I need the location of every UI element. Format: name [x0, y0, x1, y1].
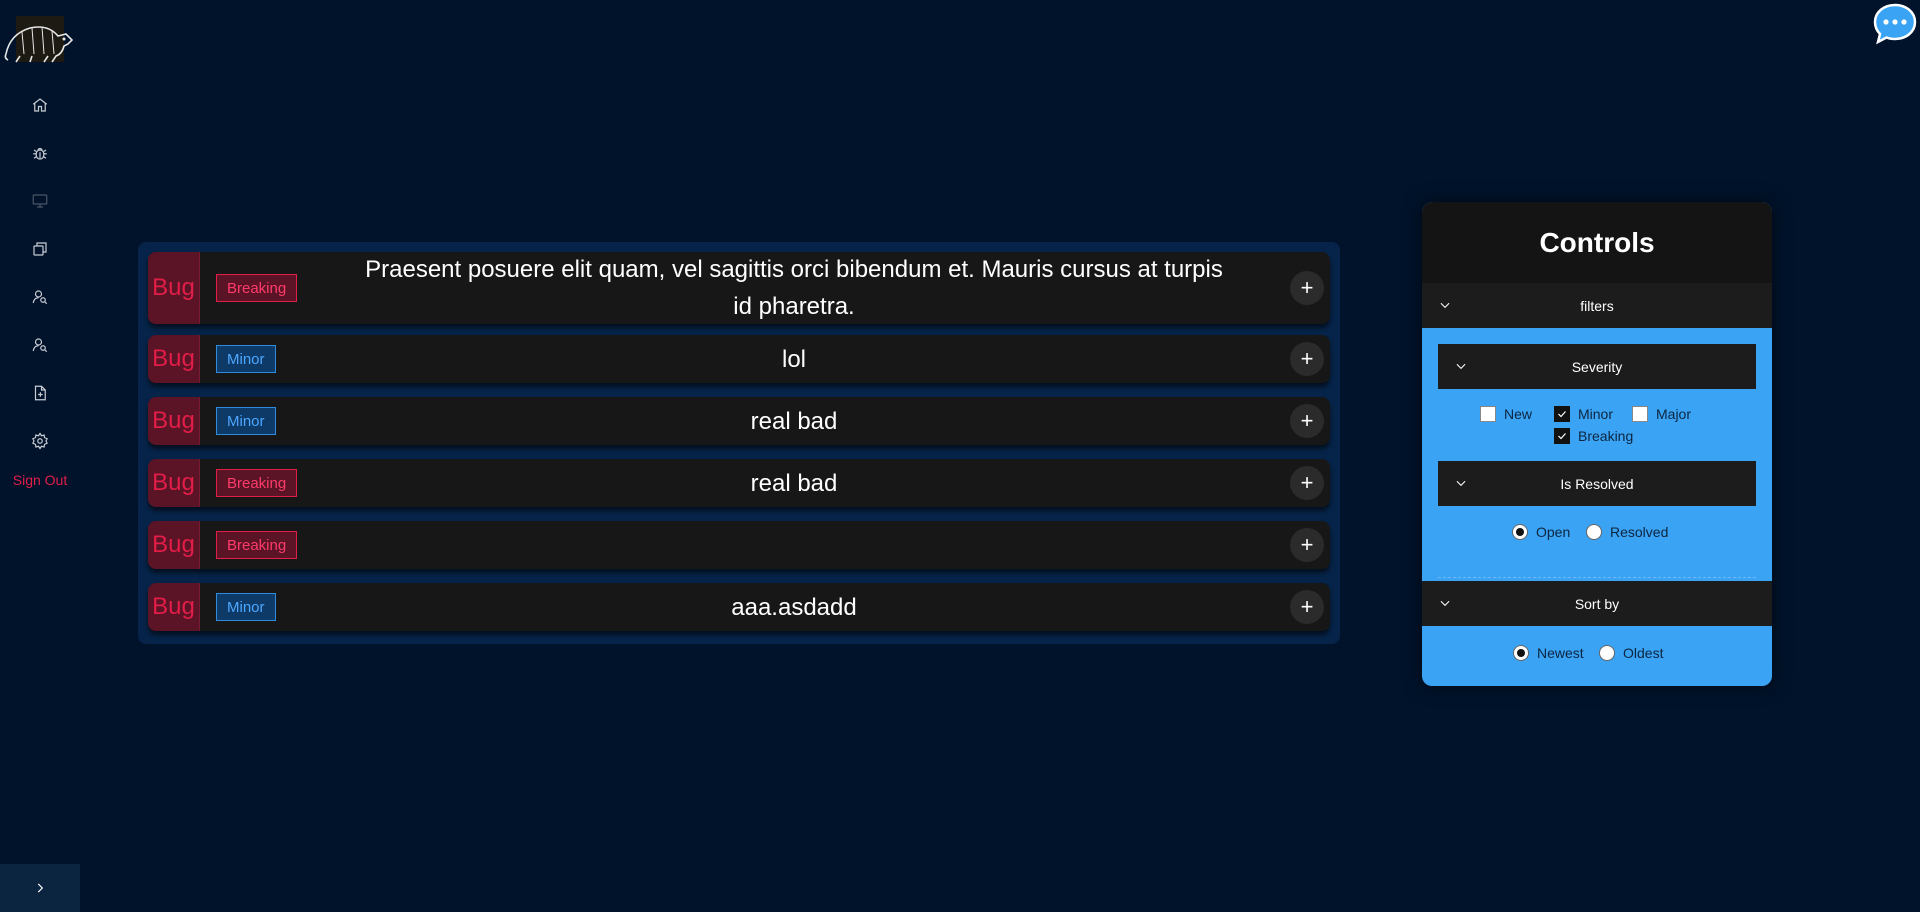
bug-row[interactable]: Bug Breaking + — [148, 521, 1330, 569]
filters-label: filters — [1580, 297, 1614, 314]
expand-bug-button[interactable]: + — [1290, 590, 1324, 624]
severity-minor-checkbox[interactable]: Minor — [1554, 406, 1613, 422]
severity-options: New Minor Major Breaking — [1438, 389, 1756, 461]
bug-title: real bad — [750, 407, 838, 435]
radio-dot — [1599, 645, 1615, 661]
radio-label: Open — [1536, 524, 1571, 540]
checkbox-label: Minor — [1578, 406, 1614, 422]
radio-dot — [1512, 524, 1528, 540]
radio-dot — [1513, 645, 1529, 661]
checkbox-label: Breaking — [1578, 428, 1634, 444]
chevron-right-icon — [37, 883, 44, 893]
severity-badge: Minor — [216, 345, 276, 373]
file-plus-icon[interactable] — [28, 381, 52, 405]
resolved-accordion-header[interactable]: Is Resolved — [1438, 461, 1756, 506]
expand-bug-button[interactable]: + — [1290, 528, 1324, 562]
bug-title: aaa.asdadd — [731, 593, 857, 621]
sort-newest-radio[interactable]: Newest — [1513, 645, 1584, 661]
bug-title: real bad — [750, 469, 838, 497]
sort-options: Newest Oldest — [1422, 626, 1772, 680]
resolved-label: Is Resolved — [1560, 475, 1634, 492]
bug-type-label: Bug — [148, 252, 200, 324]
bug-type-label: Bug — [148, 583, 200, 631]
resolved-open-radio[interactable]: Open — [1512, 524, 1570, 540]
radio-label: Oldest — [1623, 645, 1664, 661]
sort-label: Sort by — [1574, 595, 1620, 612]
severity-breaking-checkbox[interactable]: Breaking — [1554, 428, 1633, 444]
gear-icon[interactable] — [28, 429, 52, 453]
sign-out-link[interactable]: Sign Out — [0, 472, 80, 488]
chat-bubble-icon[interactable] — [1872, 2, 1918, 46]
sort-accordion-header[interactable]: Sort by — [1422, 581, 1772, 626]
checkmark-icon — [1554, 428, 1570, 444]
bug-title: Praesent posuere elit quam, vel sagittis… — [365, 256, 1223, 320]
chevron-down-icon — [1438, 298, 1452, 312]
bug-type-label: Bug — [148, 459, 200, 507]
bug-row[interactable]: Bug Minor aaa.asdadd + — [148, 583, 1330, 631]
bug-list: Bug Breaking Praesent posuere elit quam,… — [138, 242, 1340, 644]
radio-dot — [1586, 524, 1602, 540]
bug-type-label: Bug — [148, 397, 200, 445]
armadillo-logo[interactable] — [2, 14, 78, 66]
severity-badge: Breaking — [216, 469, 298, 497]
resolved-options: Open Resolved — [1438, 506, 1756, 578]
checkbox-label: Major — [1656, 406, 1692, 422]
severity-badge: Breaking — [216, 531, 298, 559]
expand-bug-button[interactable]: + — [1290, 404, 1324, 438]
chevron-down-icon — [1454, 359, 1468, 373]
sidebar: Sign Out — [0, 0, 80, 912]
severity-new-checkbox[interactable]: New — [1480, 406, 1532, 422]
severity-badge: Minor — [216, 407, 276, 435]
checkbox-box — [1480, 406, 1496, 422]
controls-panel: Controls filters Severity New Minor Majo… — [1422, 202, 1772, 686]
radio-label: Newest — [1537, 645, 1584, 661]
chevron-down-icon — [1454, 476, 1468, 490]
checkmark-icon — [1554, 406, 1570, 422]
bug-title: lol — [781, 345, 806, 373]
expand-bug-button[interactable]: + — [1290, 271, 1324, 305]
sort-oldest-radio[interactable]: Oldest — [1599, 645, 1663, 661]
monitor-icon[interactable] — [28, 189, 52, 213]
user-search-icon[interactable] — [28, 285, 52, 309]
checkbox-label: New — [1504, 406, 1533, 422]
home-icon[interactable] — [28, 93, 52, 117]
bug-type-label: Bug — [148, 335, 200, 383]
controls-title: Controls — [1422, 202, 1772, 283]
resolved-resolved-radio[interactable]: Resolved — [1586, 524, 1668, 540]
bug-icon[interactable] — [28, 141, 52, 165]
chevron-down-icon — [1438, 596, 1452, 610]
bug-row[interactable]: Bug Minor real bad + — [148, 397, 1330, 445]
severity-accordion-header[interactable]: Severity — [1438, 344, 1756, 389]
checkbox-box — [1632, 406, 1648, 422]
expand-sidebar-button[interactable] — [0, 864, 80, 912]
bug-row[interactable]: Bug Breaking Praesent posuere elit quam,… — [148, 252, 1330, 324]
bug-type-label: Bug — [148, 521, 200, 569]
severity-badge: Minor — [216, 593, 276, 621]
user-search-icon[interactable] — [28, 333, 52, 357]
bug-title — [358, 521, 1230, 569]
severity-label: Severity — [1571, 358, 1623, 375]
expand-bug-button[interactable]: + — [1290, 342, 1324, 376]
bug-row[interactable]: Bug Minor lol + — [148, 335, 1330, 383]
severity-major-checkbox[interactable]: Major — [1632, 406, 1691, 422]
filters-accordion-header[interactable]: filters — [1422, 283, 1772, 328]
severity-badge: Breaking — [216, 274, 298, 302]
radio-label: Resolved — [1610, 524, 1669, 540]
expand-bug-button[interactable]: + — [1290, 466, 1324, 500]
copy-icon[interactable] — [28, 237, 52, 261]
bug-row[interactable]: Bug Breaking real bad + — [148, 459, 1330, 507]
